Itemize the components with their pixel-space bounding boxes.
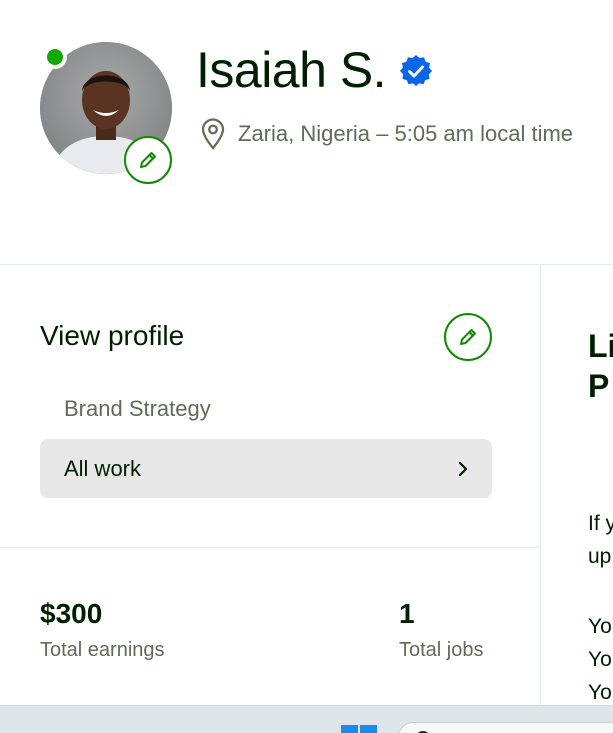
right-panel-title-line: P bbox=[588, 368, 610, 404]
stats-divider bbox=[0, 547, 540, 548]
edit-photo-button[interactable] bbox=[124, 136, 172, 184]
profile-avatar-container bbox=[40, 42, 172, 184]
view-profile-heading: View profile bbox=[40, 320, 185, 351]
all-work-label: All work bbox=[64, 455, 142, 481]
specialized-profile-link[interactable]: Brand Strategy bbox=[64, 396, 211, 422]
total-earnings-label: Total earnings bbox=[40, 639, 165, 661]
online-status-indicator bbox=[43, 45, 67, 69]
header-divider bbox=[0, 264, 613, 265]
profile-name-row: Isaiah S. bbox=[196, 40, 433, 100]
all-work-button[interactable]: All work bbox=[40, 439, 492, 498]
total-jobs-label: Total jobs bbox=[399, 639, 484, 661]
verified-badge-icon bbox=[400, 55, 433, 87]
total-jobs-value: 1 bbox=[399, 598, 415, 629]
edit-profile-button[interactable] bbox=[444, 313, 492, 361]
right-panel-text-line: If y bbox=[588, 512, 613, 535]
windows-start-icon[interactable] bbox=[341, 725, 377, 733]
location-text: Zaria, Nigeria – 5:05 am local time bbox=[238, 121, 574, 146]
map-pin-icon bbox=[201, 118, 225, 150]
location-row: Zaria, Nigeria – 5:05 am local time bbox=[200, 118, 573, 150]
pencil-icon bbox=[460, 329, 476, 345]
right-panel-title-line: Li bbox=[588, 328, 613, 364]
right-panel-text-line: Yo bbox=[588, 615, 612, 638]
chevron-right-icon bbox=[458, 461, 468, 476]
column-divider bbox=[540, 265, 541, 705]
os-taskbar bbox=[0, 705, 613, 733]
profile-name: Isaiah S. bbox=[196, 42, 387, 98]
pencil-icon bbox=[140, 152, 156, 168]
right-panel-text-line: Yo bbox=[588, 648, 612, 671]
total-earnings-value: $300 bbox=[40, 598, 103, 629]
taskbar-search[interactable] bbox=[398, 722, 613, 733]
right-panel-text-line: up bbox=[588, 545, 612, 568]
right-panel-title: Li P bbox=[588, 326, 613, 406]
